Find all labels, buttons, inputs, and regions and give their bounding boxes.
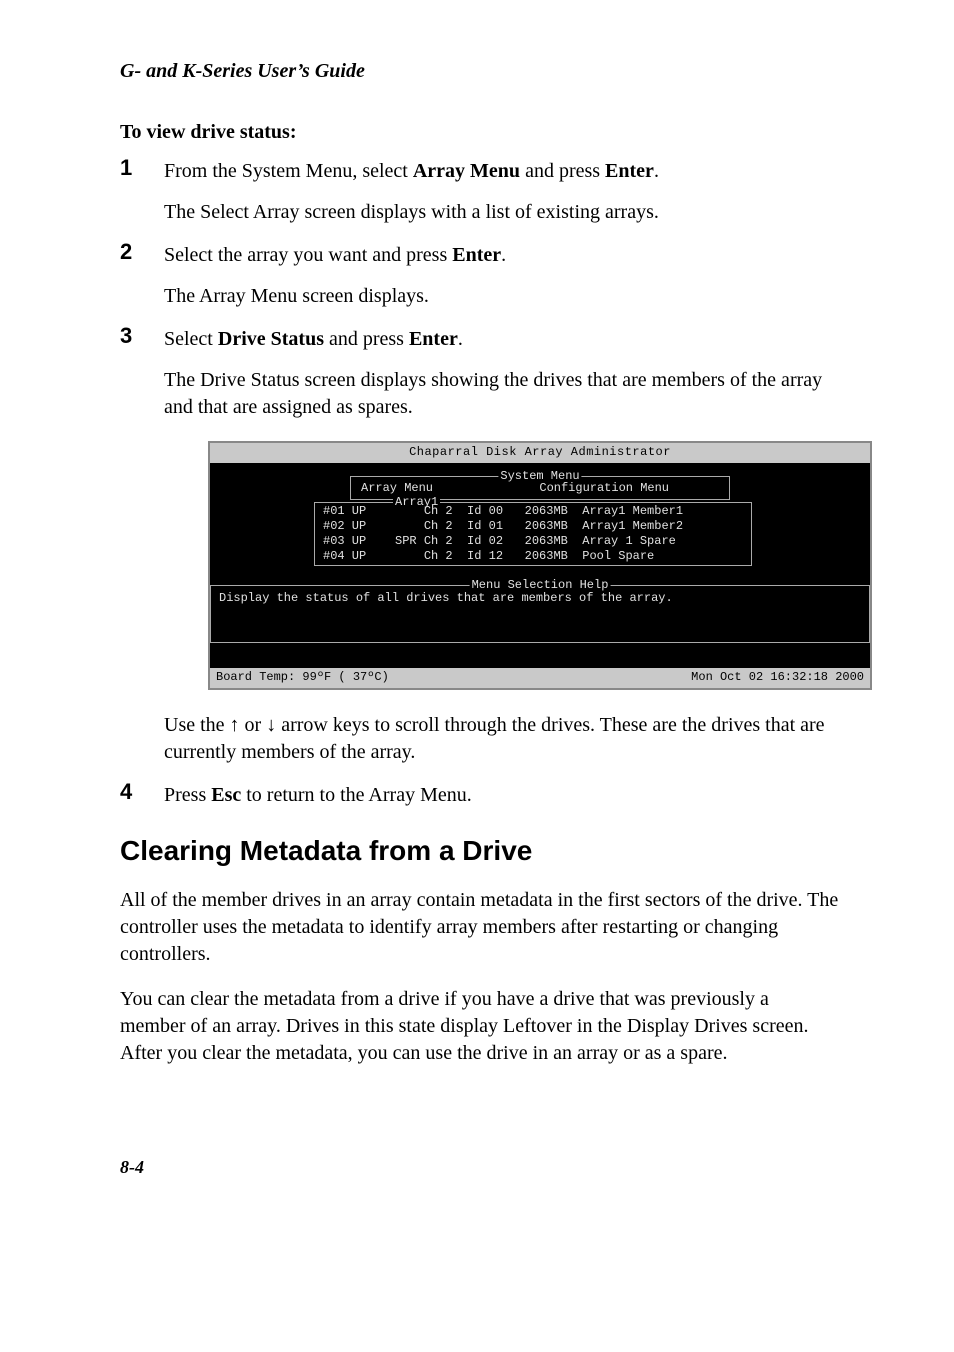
help-text: Display the status of all drives that ar…: [219, 591, 673, 606]
configuration-menu-label: Configuration Menu: [539, 481, 669, 496]
step-1: From the System Menu, select Array Menu …: [120, 158, 839, 226]
section-title-clearing-metadata: Clearing Metadata from a Drive: [120, 835, 839, 867]
arrow-down-icon: ↓: [266, 714, 276, 736]
terminal-title: Chaparral Disk Array Administrator: [210, 443, 870, 464]
step-1-text-c: .: [654, 160, 659, 182]
array1-box: Array1 #01 UP Ch 2 Id 00 2063MB Array1 M…: [314, 502, 752, 566]
step-4-text-b: to return to the Array Menu.: [241, 784, 472, 806]
step-1-text-b: and press: [520, 160, 605, 182]
arrow-up-icon: ↑: [230, 714, 240, 736]
help-box: Menu Selection Help Display the status o…: [210, 585, 870, 643]
step-2: Select the array you want and press Ente…: [120, 242, 839, 310]
step-3: Select Drive Status and press Enter. The…: [120, 326, 839, 766]
paragraph-1: All of the member drives in an array con…: [120, 887, 839, 968]
step-4: Press Esc to return to the Array Menu.: [120, 782, 839, 809]
status-left: Board Temp: 99ºF ( 37ºC): [216, 670, 389, 685]
step-3-bold-drive-status: Drive Status: [218, 328, 324, 350]
step-2-text-b: .: [501, 244, 506, 266]
step-3-bold-enter: Enter: [409, 328, 458, 350]
paragraph-2: You can clear the metadata from a drive …: [120, 986, 839, 1067]
step-4-bold-esc: Esc: [211, 784, 241, 806]
array-menu-label: Array Menu: [361, 481, 433, 496]
step-1-text-a: From the System Menu, select: [164, 160, 413, 182]
step-2-sub: The Array Menu screen displays.: [164, 283, 839, 310]
step-3-sub: The Drive Status screen displays showing…: [164, 367, 839, 421]
terminal-status-bar: Board Temp: 99ºF ( 37ºC) Mon Oct 02 16:3…: [210, 668, 870, 688]
step-1-bold-enter: Enter: [605, 160, 654, 182]
drive-status-rows: #01 UP Ch 2 Id 00 2063MB Array1 Member1 …: [323, 504, 743, 564]
step-2-text-a: Select the array you want and press: [164, 244, 452, 266]
status-right: Mon Oct 02 16:32:18 2000: [691, 670, 864, 685]
step-4-text-a: Press: [164, 784, 211, 806]
section-heading: To view drive status:: [120, 121, 839, 144]
step-3-post-a: Use the: [164, 714, 230, 736]
terminal-screenshot: Chaparral Disk Array Administrator Syste…: [208, 441, 872, 690]
step-1-bold-array-menu: Array Menu: [413, 160, 520, 182]
step-1-sub: The Select Array screen displays with a …: [164, 199, 839, 226]
step-2-bold-enter: Enter: [452, 244, 501, 266]
step-3-post-b: or: [240, 714, 267, 736]
step-3-text-c: .: [458, 328, 463, 350]
step-3-text-b: and press: [324, 328, 409, 350]
step-3-text-a: Select: [164, 328, 218, 350]
running-header: G- and K-Series User’s Guide: [120, 60, 839, 83]
page-number: 8-4: [120, 1157, 839, 1178]
